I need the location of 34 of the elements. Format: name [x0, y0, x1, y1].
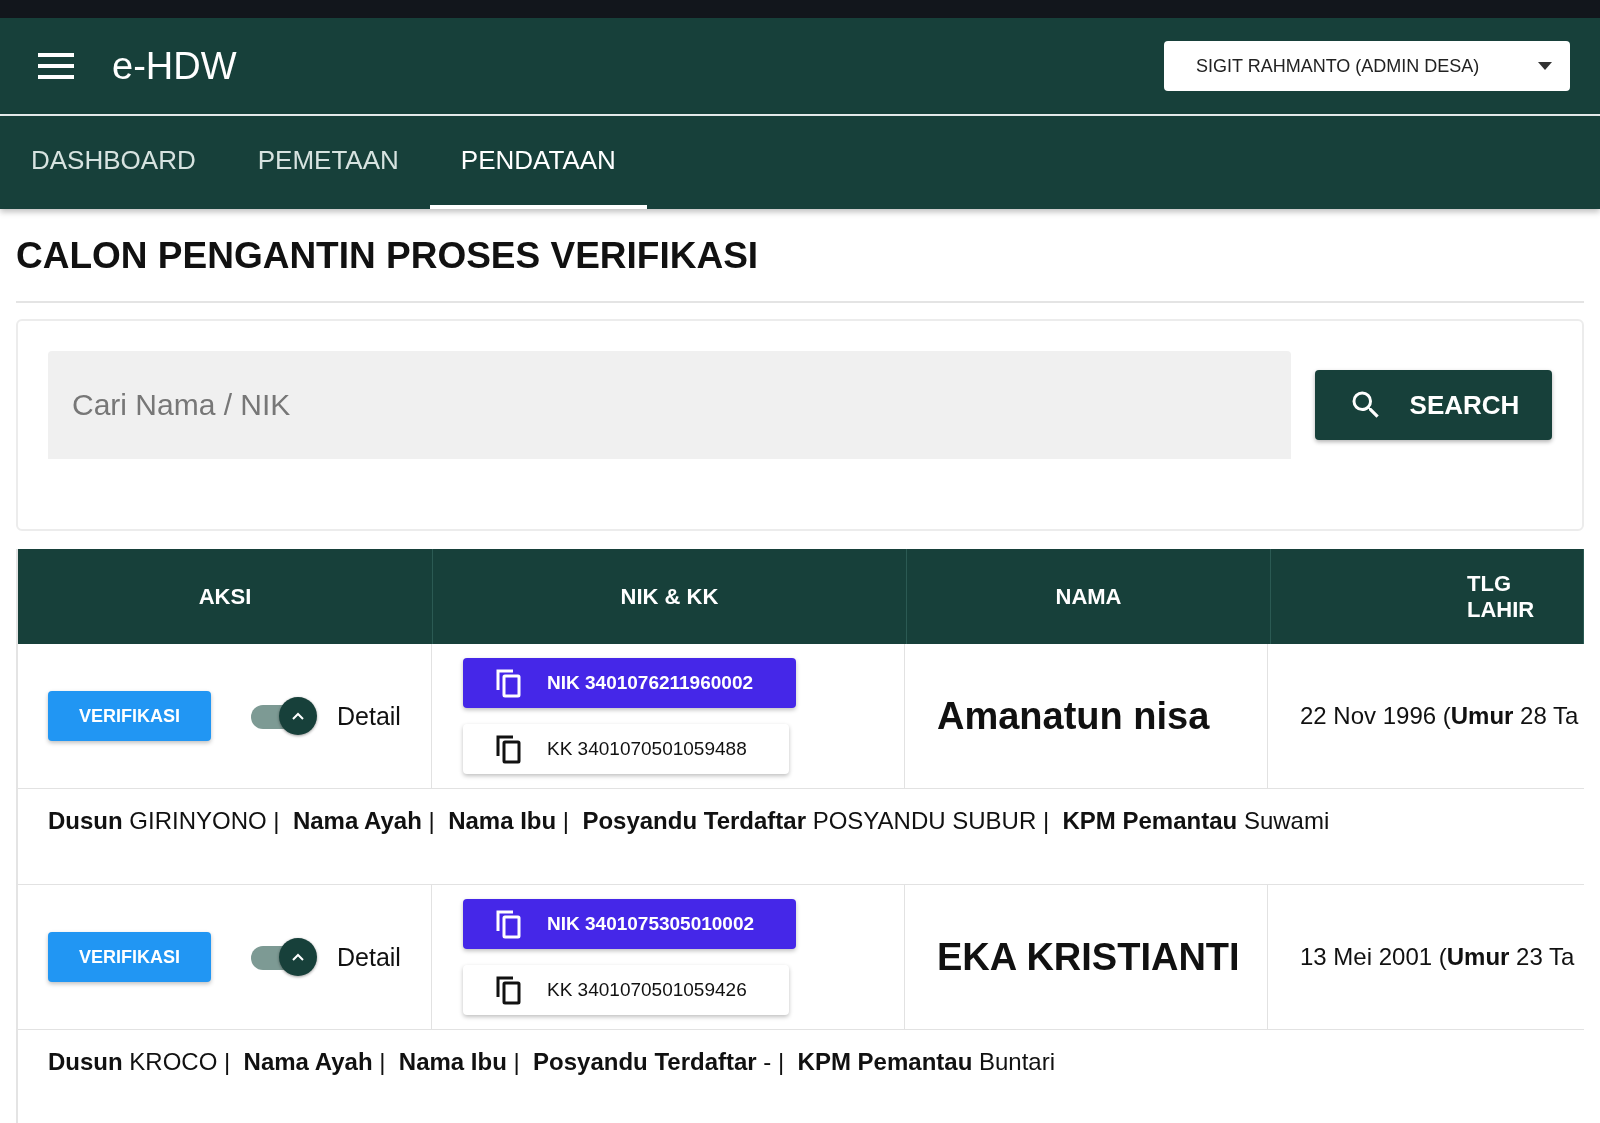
- column-header: TLG LAHIR: [1271, 549, 1584, 644]
- person-name: Amanatun nisa: [937, 694, 1210, 738]
- page-title: CALON PENGANTIN PROSES VERIFIKASI: [16, 235, 760, 277]
- search-field[interactable]: Cari Nama / NIK: [48, 351, 1291, 459]
- nav-tab[interactable]: DASHBOARD: [0, 116, 227, 209]
- detail-info: Dusun KROCO | Nama Ayah | Nama Ibu | Posyandu Terdaftar - | KPM Pemantau Buntari: [48, 1048, 1055, 1075]
- person-name: EKA KRISTIANTI: [937, 935, 1240, 979]
- toggle-label: Detail: [337, 942, 401, 972]
- copy-icon: [495, 975, 523, 1005]
- detail-toggle[interactable]: [249, 937, 317, 977]
- chevron-icon: [292, 953, 304, 961]
- column-header: NIK & KK: [433, 549, 907, 644]
- copy-icon: [495, 668, 523, 698]
- copy-kk-button[interactable]: KK 3401070501059426: [463, 965, 789, 1015]
- birth-date: 22 Nov 1996 (Umur 28 Ta: [1300, 702, 1579, 730]
- nav-tab[interactable]: PEMETAAN: [226, 116, 430, 209]
- copy-nik-button[interactable]: NIK 3401076211960002: [463, 658, 796, 708]
- nav-tab[interactable]: PENDATAAN: [429, 116, 647, 209]
- column-header: AKSI: [18, 549, 433, 644]
- copy-icon: [495, 734, 523, 764]
- app-title: e-HDW: [112, 44, 237, 88]
- search-button[interactable]: SEARCH: [1315, 370, 1552, 440]
- birth-date: 13 Mei 2001 (Umur 23 Ta: [1300, 943, 1575, 971]
- column-header: NAMA: [907, 549, 1271, 644]
- copy-kk-button[interactable]: KK 3401070501059488: [463, 724, 789, 774]
- toggle-label: Detail: [337, 701, 401, 731]
- menu-icon[interactable]: [38, 53, 74, 79]
- chevron-icon: [292, 712, 304, 720]
- caret-icon: [1538, 62, 1552, 70]
- user-dropdown[interactable]: SIGIT RAHMANTO (ADMIN DESA): [1164, 41, 1570, 91]
- detail-info: Dusun GIRINYONO | Nama Ayah | Nama Ibu | Posyandu Terdaftar POSYANDU SUBUR | KPM Pemantau Suwami: [48, 807, 1330, 834]
- copy-icon: [495, 909, 523, 939]
- detail-toggle[interactable]: [249, 696, 317, 736]
- copy-nik-button[interactable]: NIK 3401075305010002: [463, 899, 796, 949]
